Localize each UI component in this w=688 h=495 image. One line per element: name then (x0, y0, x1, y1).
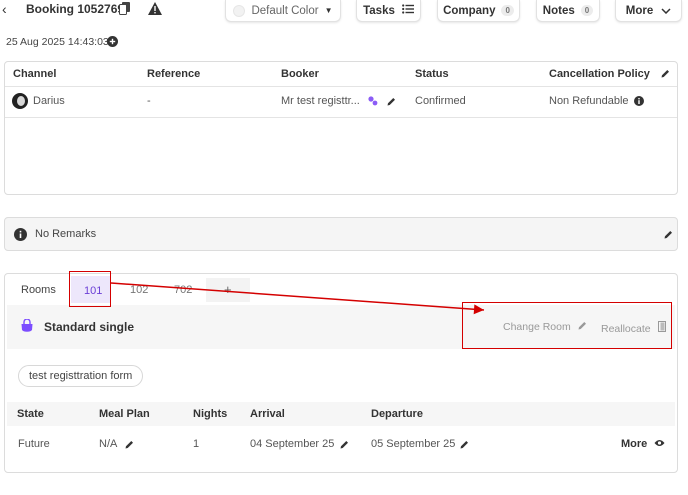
annotation-arrow (110, 282, 485, 315)
